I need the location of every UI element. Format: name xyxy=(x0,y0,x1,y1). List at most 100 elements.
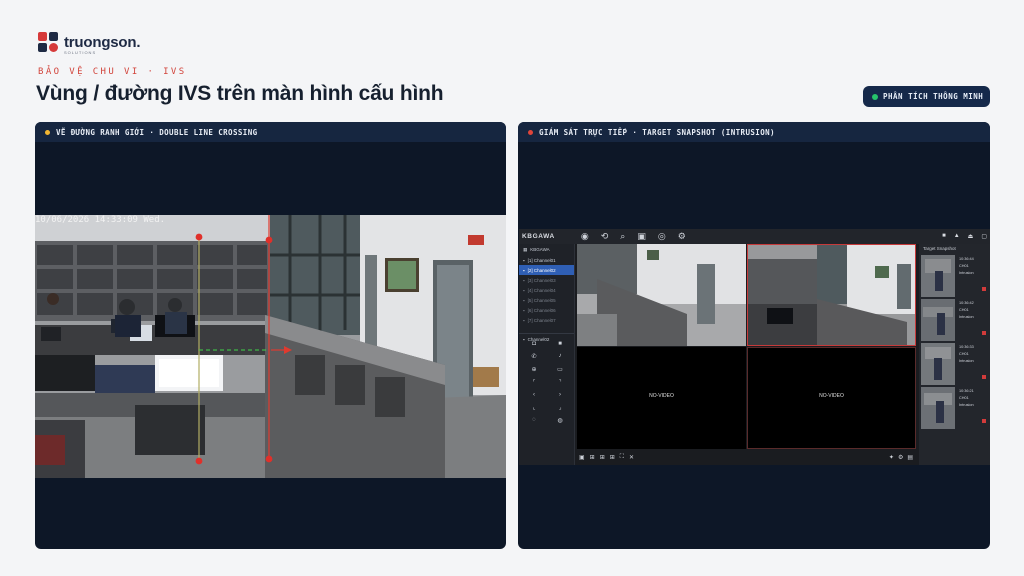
panel-header: VẼ ĐƯỜNG RANH GIỚI · DOUBLE LINE CROSSIN… xyxy=(35,122,506,142)
channel-item[interactable]: ▪ [7] Channel07 xyxy=(519,315,574,325)
section-kicker: BẢO VỆ CHU VI · IVS xyxy=(38,67,187,77)
ai-icon[interactable]: ◎ xyxy=(658,232,666,241)
badge-label: PHÂN TÍCH THÔNG MINH xyxy=(883,92,984,101)
ptz-controls: ◘ ■ ✆ ♪ ⊕ ▭ ⌜ ⌝ ‹ › ⌞ ⌟ ◌ ◍ xyxy=(523,341,571,424)
snapshot-item[interactable]: 10:36:21 CH01 Intrusion xyxy=(921,387,987,429)
camera-feed-image xyxy=(577,244,746,346)
analytics-badge: PHÂN TÍCH THÔNG MINH xyxy=(863,86,990,107)
playback-icon[interactable]: ⟲ xyxy=(601,232,609,241)
live-view-icon[interactable]: ◉ xyxy=(581,232,589,241)
channel-item[interactable]: ▪ [5] Channel05 xyxy=(519,295,574,305)
snapshot-item[interactable]: 10:36:33 CH01 Intrusion xyxy=(921,343,987,385)
snapshot-time: 10:36:21 xyxy=(959,389,974,393)
panel-title: VẼ ĐƯỜNG RANH GIỚI · DOUBLE LINE CROSSIN… xyxy=(56,127,258,137)
device-group[interactable]: ▦ KBGAWA xyxy=(519,244,574,255)
snapshot-title: Target Snapshot xyxy=(923,246,956,251)
save-icon[interactable]: ▤ xyxy=(907,454,913,461)
camera-icon: ▪ xyxy=(523,287,525,293)
line-crossing-panel: VẼ ĐƯỜNG RANH GIỚI · DOUBLE LINE CROSSIN… xyxy=(35,122,506,549)
page-title: Vùng / đường IVS trên màn hình cấu hình xyxy=(36,82,444,105)
snapshot-image xyxy=(921,299,955,341)
layout-16-icon[interactable]: ⊞ xyxy=(610,454,615,461)
nvr-client-window: KBGAWA ◉ ⟲ ⌕ ▣ ◎ ⚙ ■ ▲ ⏏ ▢ ▦ KBGAWA ▪ [1] … xyxy=(519,229,990,465)
ptz-down-left-icon[interactable]: ⌞ xyxy=(523,404,545,411)
ptz-right-icon[interactable]: › xyxy=(549,392,571,398)
camera-timestamp: 10/06/2026 14:33:09 Wed. xyxy=(35,215,166,225)
pin-icon[interactable]: ✦ xyxy=(889,454,894,461)
channel-label: [1] Channel01 xyxy=(527,257,556,263)
channel-label: [5] Channel05 xyxy=(527,297,556,303)
channel-item[interactable]: ▪ [3] Channel03 xyxy=(519,275,574,285)
gear-icon[interactable]: ⚙ xyxy=(898,454,903,461)
snapshot-image xyxy=(921,343,955,385)
video-grid: NO-VIDEO NO-VIDEO xyxy=(577,244,917,464)
channel-sidebar: ▦ KBGAWA ▪ [1] Channel01 ▪ [2] Channel02 ▪[… xyxy=(519,244,575,465)
camera-icon: ▪ xyxy=(523,267,525,273)
panel-header: GIÁM SÁT TRỰC TIẾP · TARGET SNAPSHOT (IN… xyxy=(518,122,990,142)
video-tile[interactable] xyxy=(747,244,916,346)
snapshot-event: Intrusion xyxy=(959,403,974,407)
audio-icon[interactable]: ♪ xyxy=(549,353,571,360)
snapshot-time: 10:36:42 xyxy=(959,301,974,305)
channel-item[interactable]: ▪ [6] Channel06 xyxy=(519,305,574,315)
snapshot-item[interactable]: 10:36:44 CH01 Intrusion xyxy=(921,255,987,297)
channel-label: [2] Channel02 xyxy=(527,267,556,273)
brand-name: truongson. xyxy=(64,33,141,51)
brand-sub: SOLUTIONS xyxy=(64,50,97,55)
logo-mark-icon xyxy=(38,32,58,52)
channel-item[interactable]: ▪ [4] Channel04 xyxy=(519,285,574,295)
fullscreen-icon[interactable]: ▢ xyxy=(981,233,987,240)
video-tile[interactable]: NO-VIDEO xyxy=(577,347,746,449)
target-snapshot-panel: Target Snapshot 10:36:44 CH01 Intrusion … xyxy=(919,244,990,465)
snapshot-meta: 10:36:21 CH01 Intrusion xyxy=(959,388,974,409)
panel-title: GIÁM SÁT TRỰC TIẾP · TARGET SNAPSHOT (IN… xyxy=(539,127,775,137)
snapshot-event: Intrusion xyxy=(959,315,974,319)
channel-label: [6] Channel06 xyxy=(527,307,556,313)
zoom-icon[interactable]: ⊕ xyxy=(523,366,545,373)
snapshot-time: 10:36:44 xyxy=(959,257,974,261)
snapshot-icon[interactable]: ◘ xyxy=(523,341,545,347)
device-icon: ▦ xyxy=(523,246,528,252)
talk-icon[interactable]: ✆ xyxy=(523,353,545,360)
brand-logo: truongson. SOLUTIONS xyxy=(38,32,141,55)
channel-label: [4] Channel04 xyxy=(527,287,556,293)
video-tile[interactable] xyxy=(577,244,746,346)
snapshot-image xyxy=(921,255,955,297)
channel-item[interactable]: ▪ [2] Channel02 xyxy=(519,265,574,275)
alarm-flag-icon xyxy=(982,287,986,291)
fullscreen-icon[interactable]: ⛶ xyxy=(620,454,624,461)
search-icon[interactable]: ⌕ xyxy=(620,232,625,241)
record-icon[interactable]: ■ xyxy=(549,341,571,347)
video-tile[interactable]: NO-VIDEO xyxy=(747,347,916,449)
ptz-left-icon[interactable]: ‹ xyxy=(523,392,545,398)
logout-icon[interactable]: ⏏ xyxy=(968,233,974,240)
focus-icon[interactable]: ◍ xyxy=(549,417,571,424)
channel-item[interactable]: ▪ [1] Channel01 xyxy=(519,255,574,265)
office-scene-image xyxy=(35,215,506,478)
snapshot-time: 10:36:33 xyxy=(959,345,974,349)
layout-9-icon[interactable]: ⊞ xyxy=(600,454,605,461)
snapshot-channel: CH01 xyxy=(959,264,969,268)
snapshot-item[interactable]: 10:36:42 CH01 Intrusion xyxy=(921,299,987,341)
camera-icon: ▪ xyxy=(523,307,525,313)
user-icon[interactable]: ▲ xyxy=(954,233,960,240)
lock-icon[interactable]: ■ xyxy=(942,233,946,240)
live-monitor-panel: GIÁM SÁT TRỰC TIẾP · TARGET SNAPSHOT (IN… xyxy=(518,122,990,549)
tool-group: ✦ ⚙ ▤ xyxy=(889,454,913,461)
camera-view[interactable]: 10/06/2026 14:33:09 Wed. xyxy=(35,215,506,478)
close-all-icon[interactable]: ✕ xyxy=(629,454,634,461)
layout-1-icon[interactable]: ▣ xyxy=(579,454,585,461)
settings-icon[interactable]: ⚙ xyxy=(678,232,686,241)
layout-4-icon[interactable]: ⊞ xyxy=(590,454,595,461)
ptz-up-right-icon[interactable]: ⌝ xyxy=(549,379,571,386)
channel-label: [3] Channel03 xyxy=(527,277,556,283)
alarm-flag-icon xyxy=(982,331,986,335)
camera-icon: ▪ xyxy=(523,257,525,263)
snapshot-meta: 10:36:33 CH01 Intrusion xyxy=(959,344,974,365)
iris-icon[interactable]: ◌ xyxy=(523,417,545,424)
ptz-up-left-icon[interactable]: ⌜ xyxy=(523,379,545,386)
device-icon[interactable]: ▣ xyxy=(637,232,646,241)
image-icon[interactable]: ▭ xyxy=(549,366,571,373)
ptz-down-right-icon[interactable]: ⌟ xyxy=(549,404,571,411)
snapshot-channel: CH01 xyxy=(959,352,969,356)
